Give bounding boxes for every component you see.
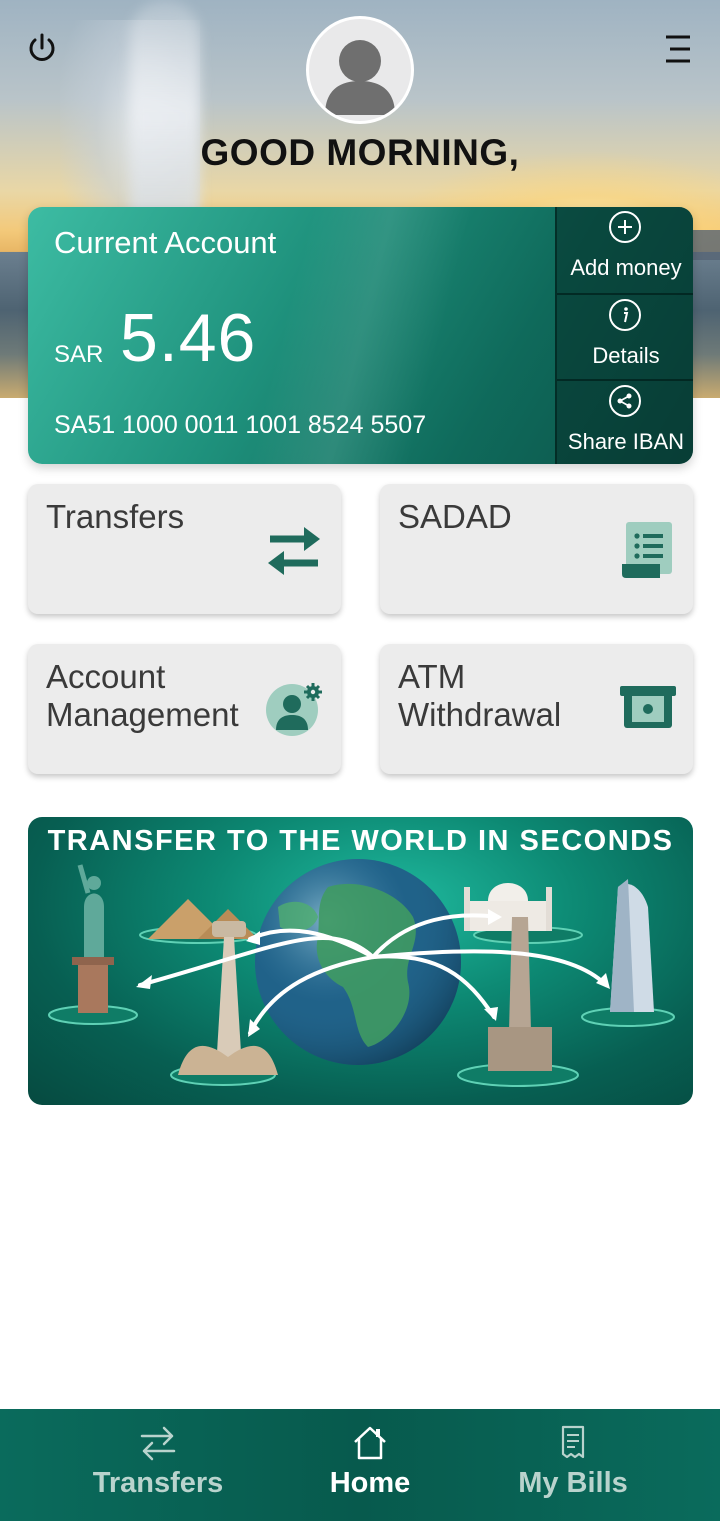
nav-transfers-label: Transfers	[92, 1467, 224, 1499]
bill-receipt-icon	[622, 522, 672, 578]
tile-transfers[interactable]: Transfers	[28, 484, 341, 614]
tile-atm-withdrawal[interactable]: ATM Withdrawal	[380, 644, 693, 774]
share-iban-button[interactable]: Share IBAN	[557, 379, 693, 464]
tile-atm-withdrawal-line2: Withdrawal	[398, 696, 562, 733]
nav-transfers[interactable]: Transfers	[38, 1409, 278, 1521]
menu-button[interactable]	[660, 32, 696, 66]
transfer-arrows-icon	[140, 1426, 176, 1461]
balance-currency: SAR	[54, 341, 104, 368]
tile-atm-withdrawal-label: ATM Withdrawal	[398, 658, 561, 734]
logout-button[interactable]	[24, 30, 60, 66]
account-title: Current Account	[54, 225, 277, 260]
account-actions-panel: Add money Details Share IBAN	[555, 207, 693, 464]
nav-my-bills[interactable]: My Bills	[453, 1409, 693, 1521]
tile-sadad-label: SADAD	[398, 498, 512, 535]
nav-my-bills-label: My Bills	[518, 1467, 628, 1499]
transfer-arrows-icon	[268, 527, 320, 575]
add-money-label: Add money	[570, 255, 682, 280]
tile-account-management-label: Account Management	[46, 658, 239, 734]
atm-cash-icon	[620, 686, 676, 728]
avatar[interactable]	[306, 16, 414, 124]
tile-account-management-line1: Account	[46, 658, 166, 695]
details-button[interactable]: Details	[557, 293, 693, 380]
account-iban: SA51 1000 0011 1001 8524 5507	[54, 411, 427, 439]
tile-sadad[interactable]: SADAD	[380, 484, 693, 614]
power-icon	[29, 33, 55, 61]
plus-icon	[609, 211, 641, 243]
details-label: Details	[592, 343, 660, 368]
account-card[interactable]: Current Account SAR 5.46 SA51 1000 0011 …	[28, 207, 693, 464]
home-icon	[354, 1426, 386, 1460]
add-money-button[interactable]: Add money	[557, 207, 693, 292]
bill-icon	[561, 1425, 585, 1459]
share-iban-label: Share IBAN	[567, 429, 685, 454]
balance-amount: 5.46	[120, 300, 257, 376]
info-icon	[609, 299, 641, 331]
tile-atm-withdrawal-line1: ATM	[398, 658, 466, 695]
tile-account-management[interactable]: Account Management	[28, 644, 341, 774]
share-icon	[609, 385, 641, 417]
promo-banner[interactable]: TRANSFER TO THE WORLD IN SECONDS	[28, 817, 693, 1105]
user-settings-icon	[266, 683, 322, 736]
tile-account-management-line2: Management	[46, 696, 239, 733]
bottom-navigation: Transfers Home My Bills	[0, 1409, 720, 1521]
world-landmarks-illustration	[48, 859, 675, 1087]
user-avatar-icon	[325, 40, 395, 115]
greeting-text: GOOD MORNING,	[200, 132, 520, 173]
menu-icon	[666, 35, 690, 63]
tile-transfers-label: Transfers	[46, 498, 185, 535]
